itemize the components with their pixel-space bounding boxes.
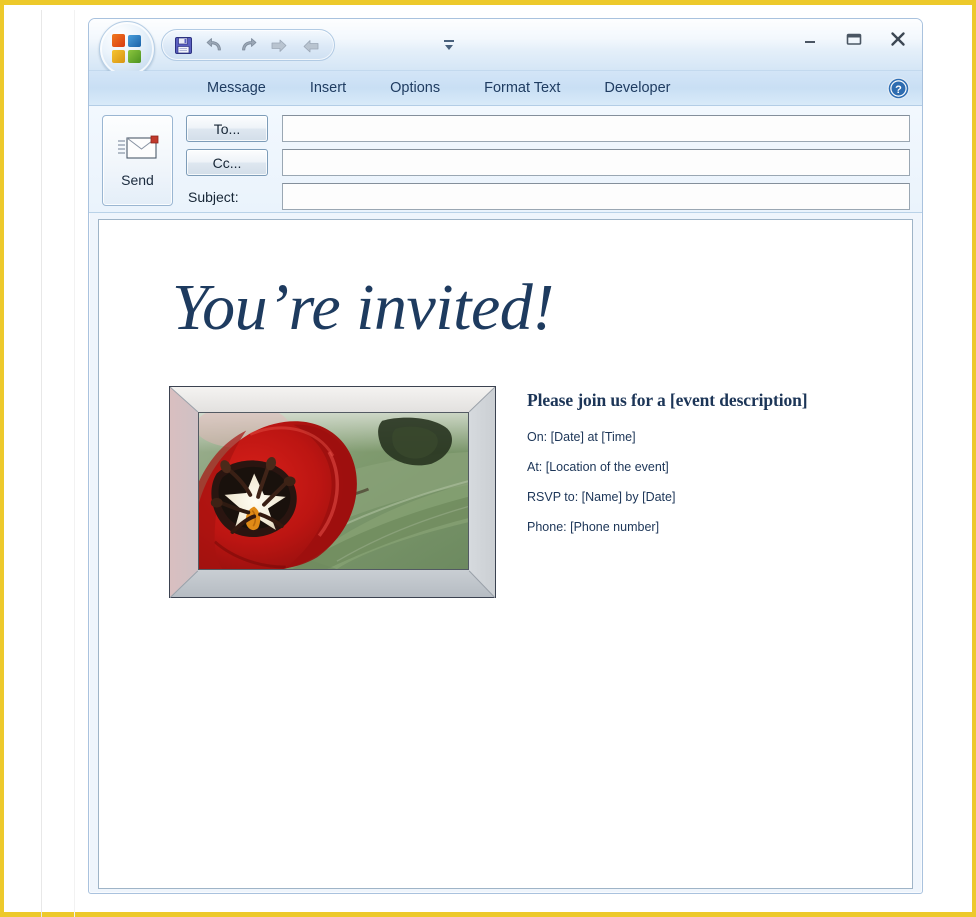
message-body[interactable]: You’re invited! Please join us for a [ev… [98,219,913,889]
svg-text:?: ? [895,84,902,96]
to-row: To... [186,115,910,142]
maximize-icon[interactable] [840,27,868,51]
event-details-block: Please join us for a [event description]… [527,390,887,550]
tab-insert[interactable]: Insert [288,71,368,105]
page-rule-left-2 [74,10,75,917]
office-button[interactable] [99,21,155,77]
tab-options[interactable]: Options [368,71,462,105]
event-line-rsvp: RSVP to: [Name] by [Date] [527,490,676,504]
outlook-compose-window: Message Insert Options Format Text Devel… [88,18,923,894]
save-icon[interactable] [172,34,194,56]
photo-frame [169,386,496,598]
envelope-send-icon [117,133,159,168]
event-title: Please join us for a [event description] [527,390,808,410]
send-button-label: Send [121,172,154,188]
office-logo-icon [112,34,142,64]
quick-access-toolbar [161,29,335,61]
cc-button[interactable]: Cc... [186,149,268,176]
redo-icon[interactable] [236,34,258,56]
page-rule-left [41,10,42,917]
tab-format-text[interactable]: Format Text [462,71,582,105]
undo-icon[interactable] [204,34,226,56]
tab-developer[interactable]: Developer [582,71,692,105]
frame-bevel-bottom [170,570,495,597]
ribbon-tab-strip: Message Insert Options Format Text Devel… [89,71,922,106]
subject-input[interactable] [282,183,910,210]
cc-input[interactable] [282,149,910,176]
event-line-on: On: [Date] at [Time] [527,430,636,444]
tab-message[interactable]: Message [185,71,288,105]
cc-row: Cc... [186,149,910,176]
previous-item-icon[interactable] [268,34,290,56]
help-icon[interactable]: ? [887,77,910,100]
invitation-heading: You’re invited! [172,271,554,344]
send-button[interactable]: Send [102,115,173,206]
subject-label: Subject: [188,188,239,205]
to-button[interactable]: To... [186,115,268,142]
event-line-phone: Phone: [Phone number] [527,520,660,534]
next-item-icon[interactable] [300,34,322,56]
minimize-icon[interactable] [796,27,824,51]
title-bar [89,19,922,77]
red-tulip-photo [198,412,469,570]
subject-row: Subject: [186,183,910,210]
frame-bevel-right [469,387,495,597]
close-icon[interactable] [884,27,912,51]
qat-dropdown-icon[interactable] [441,36,457,54]
to-input[interactable] [282,115,910,142]
window-controls [796,27,912,51]
frame-bevel-left [170,387,198,597]
frame-bevel-top [170,387,495,412]
event-line-at: At: [Location of the event] [527,460,669,474]
address-fields: To... Cc... Subject: [186,115,910,210]
message-header-region: Send To... Cc... Subject: [89,106,922,213]
